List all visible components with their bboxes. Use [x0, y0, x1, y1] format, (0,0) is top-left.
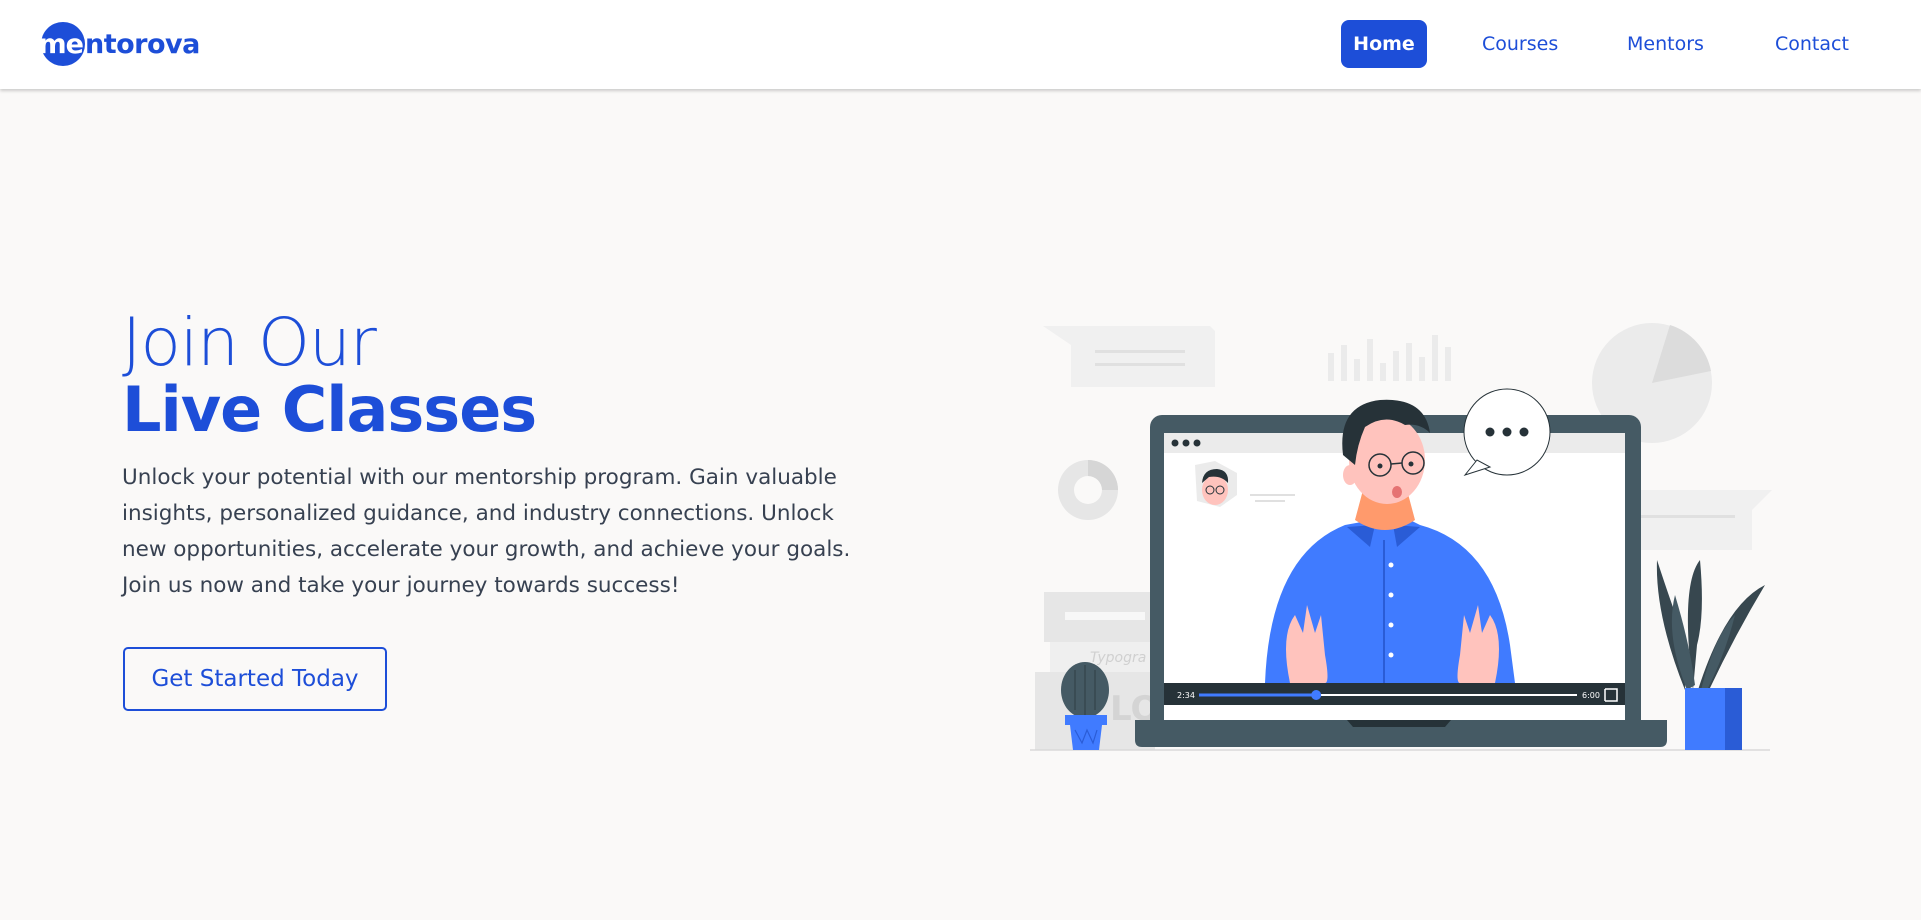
- nav-home[interactable]: Home: [1341, 20, 1427, 68]
- brand-logo[interactable]: me ntorova: [38, 20, 200, 68]
- nav-mentors[interactable]: Mentors: [1610, 20, 1721, 68]
- logo-mark: me: [38, 22, 85, 66]
- plant-icon: [1656, 560, 1765, 750]
- current-time: 2:34: [1177, 691, 1195, 700]
- books-label: Typogra: [1090, 650, 1146, 666]
- navbar: me ntorova Home Courses Mentors Contact: [0, 0, 1921, 89]
- nav-contact[interactable]: Contact: [1758, 20, 1866, 68]
- speech-bubble-icon: [1463, 388, 1551, 476]
- video-controls[interactable]: 2:34 6:00: [1164, 683, 1625, 705]
- duration: 6:00: [1582, 691, 1600, 700]
- nav-courses[interactable]: Courses: [1465, 20, 1575, 68]
- progress-handle[interactable]: [1311, 690, 1322, 700]
- logo-initial: me: [38, 28, 84, 60]
- logo-wordmark: ntorova: [85, 28, 200, 60]
- live-class-illustration: Typogra LO 2:34 6:00: [1030, 323, 1772, 751]
- get-started-button[interactable]: Get Started Today: [123, 647, 387, 711]
- hero-title-light: Join Our: [122, 304, 377, 381]
- hero-title-bold: Live Classes: [122, 373, 537, 446]
- hero-description: Unlock your potential with our mentorshi…: [122, 465, 851, 598]
